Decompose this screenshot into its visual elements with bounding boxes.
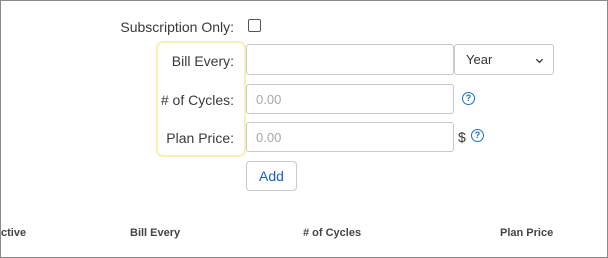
add-button[interactable]: Add [246, 161, 297, 191]
period-select-value: Year [466, 52, 493, 67]
chevron-down-icon [535, 53, 544, 68]
table-header-bill-every[interactable]: Bill Every [130, 227, 180, 239]
subscription-only-label: Subscription Only: [120, 19, 234, 35]
cycles-label: # of Cycles: [160, 92, 234, 108]
plan-price-label: Plan Price: [166, 130, 234, 146]
bill-every-input[interactable] [246, 44, 454, 75]
plan-price-help-icon[interactable]: ? [471, 129, 484, 142]
table-header-active[interactable]: ctive [1, 227, 26, 239]
plan-form-panel: Subscription Only: Bill Every: Year # of… [0, 0, 608, 258]
bill-every-label: Bill Every: [171, 53, 234, 69]
period-select[interactable]: Year [454, 44, 554, 75]
cycles-help-icon[interactable]: ? [462, 92, 475, 105]
currency-symbol: $ [458, 129, 466, 145]
table-header-plan-price[interactable]: Plan Price [500, 227, 553, 239]
cycles-input[interactable] [246, 84, 454, 114]
table-header-cycles[interactable]: # of Cycles [303, 227, 361, 239]
subscription-only-checkbox[interactable] [248, 19, 261, 32]
plan-price-input[interactable] [246, 122, 454, 152]
